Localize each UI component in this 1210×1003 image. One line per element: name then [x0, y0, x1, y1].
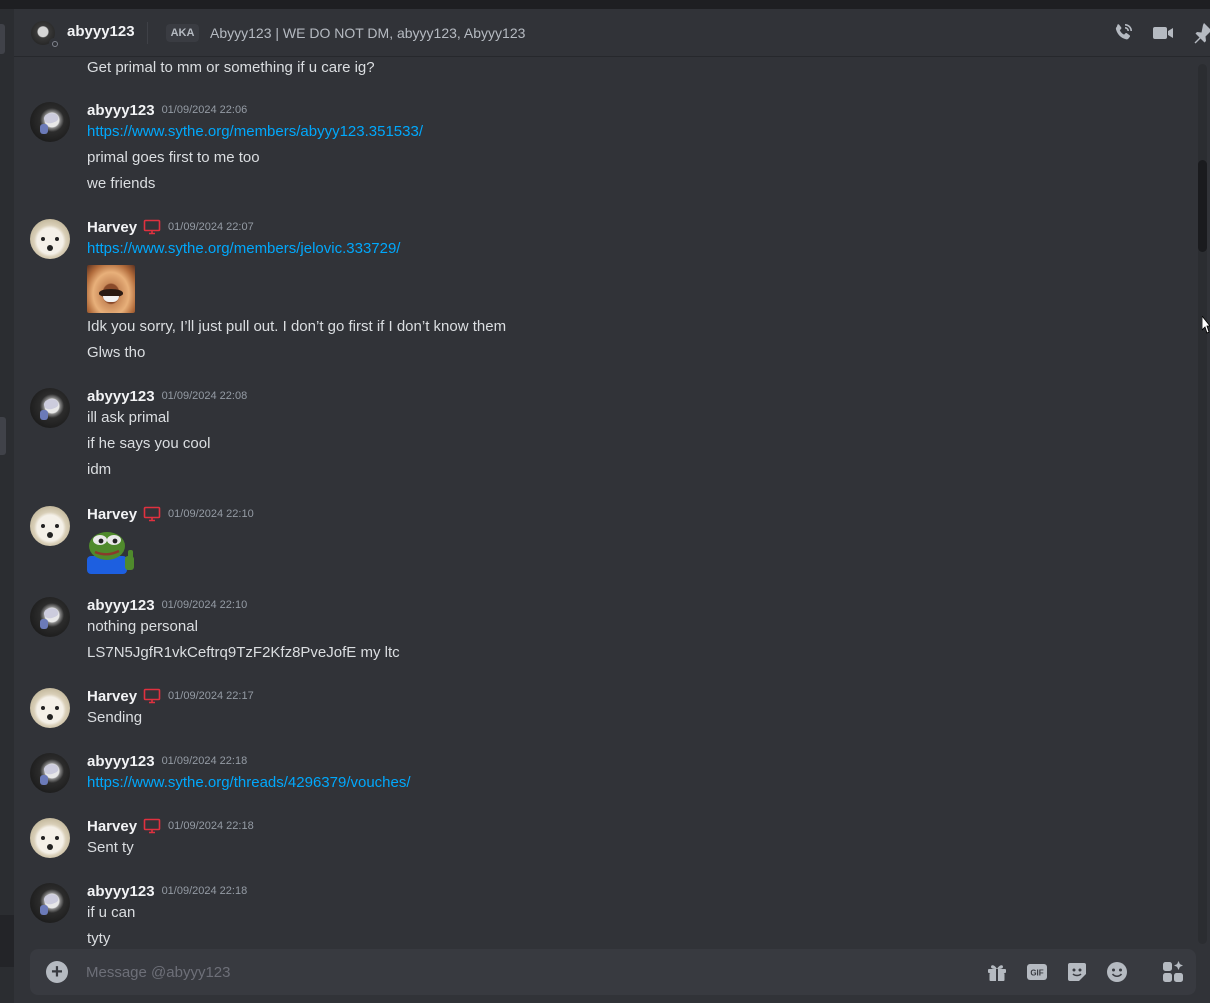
- laughing-face-emoji[interactable]: [87, 265, 135, 313]
- timestamp: 01/09/2024 22:17: [168, 690, 254, 702]
- emoji-icon[interactable]: [1105, 960, 1129, 984]
- username[interactable]: Harvey: [87, 506, 137, 523]
- dm-header: abyyy123 AKA Abyyy123 | WE DO NOT DM, ab…: [14, 9, 1210, 57]
- message-text: if u can: [87, 904, 136, 921]
- message-text: Sent ty: [87, 839, 134, 856]
- title-bar: [0, 0, 1210, 9]
- message-text: Get primal to mm or something if u care …: [87, 59, 375, 76]
- avatar[interactable]: [30, 688, 70, 728]
- pepe-thumbs-up-emoji[interactable]: [87, 526, 135, 574]
- message-text: if he says you cool: [87, 435, 211, 452]
- avatar[interactable]: [30, 388, 70, 428]
- voice-call-icon[interactable]: [1111, 21, 1135, 45]
- gif-icon[interactable]: GIF: [1025, 960, 1049, 984]
- message-link[interactable]: https://www.sythe.org/members/jelovic.33…: [87, 238, 400, 260]
- status-offline-icon: [49, 38, 59, 48]
- svg-text:GIF: GIF: [1030, 969, 1043, 978]
- message-text: Idk you sorry, I’ll just pull out. I don…: [87, 318, 507, 335]
- timestamp: 01/09/2024 22:18: [168, 820, 254, 832]
- desktop-device-icon: [143, 688, 161, 704]
- mouse-cursor-icon: [1202, 316, 1210, 334]
- message-text: tyty: [87, 930, 111, 947]
- timestamp: 01/09/2024 22:10: [168, 508, 254, 520]
- message-text: LS7N5JgfR1vkCeftrq9TzF2Kfz8PveJofE my lt…: [87, 644, 400, 661]
- message-text: Sending: [87, 709, 143, 726]
- username[interactable]: Harvey: [87, 818, 137, 835]
- avatar[interactable]: [30, 753, 70, 793]
- message-link[interactable]: https://www.sythe.org/members/abyyy123.3…: [87, 121, 423, 143]
- user-panel-edge: [0, 915, 14, 967]
- avatar[interactable]: [30, 597, 70, 637]
- timestamp: 01/09/2024 22:08: [161, 390, 248, 402]
- dm-title[interactable]: abyyy123: [67, 23, 135, 40]
- message-text: idm: [87, 461, 112, 478]
- timestamp: 01/09/2024 22:18: [161, 755, 248, 767]
- avatar[interactable]: [30, 506, 70, 546]
- message-text: ill ask primal: [87, 409, 170, 426]
- sidebar-edge: [0, 9, 14, 1003]
- message-text: we friends: [87, 175, 156, 192]
- username[interactable]: Harvey: [87, 688, 137, 705]
- timestamp: 01/09/2024 22:18: [161, 885, 248, 897]
- header-divider: [147, 22, 148, 44]
- aka-aliases: Abyyy123 | WE DO NOT DM, abyyy123, Abyyy…: [210, 25, 526, 41]
- username[interactable]: abyyy123: [87, 597, 155, 614]
- message-text: Glws tho: [87, 344, 146, 361]
- avatar[interactable]: [30, 883, 70, 923]
- sticker-icon[interactable]: [1065, 960, 1089, 984]
- avatar[interactable]: [30, 219, 70, 259]
- username[interactable]: Harvey: [87, 219, 137, 236]
- desktop-device-icon: [143, 818, 161, 834]
- timestamp: 01/09/2024 22:10: [161, 599, 248, 611]
- username[interactable]: abyyy123: [87, 388, 155, 405]
- sidebar-indicator: [0, 417, 6, 455]
- message-composer: + GIF: [30, 949, 1196, 995]
- username[interactable]: abyyy123: [87, 883, 155, 900]
- timestamp: 01/09/2024 22:07: [168, 221, 254, 233]
- avatar[interactable]: [30, 818, 70, 858]
- video-call-icon[interactable]: [1151, 21, 1175, 45]
- message-text: primal goes first to me too: [87, 149, 260, 166]
- timestamp: 01/09/2024 22:06: [161, 104, 248, 116]
- avatar[interactable]: [30, 102, 70, 142]
- gift-icon[interactable]: [985, 960, 1009, 984]
- apps-icon[interactable]: [1161, 960, 1185, 984]
- add-attachment-button[interactable]: +: [46, 961, 68, 983]
- message-list[interactable]: Get primal to mm or something if u care …: [14, 57, 1194, 947]
- username[interactable]: abyyy123: [87, 753, 155, 770]
- aka-badge: AKA: [166, 24, 199, 42]
- message-input[interactable]: [86, 961, 966, 983]
- desktop-device-icon: [143, 506, 161, 522]
- message-text: nothing personal: [87, 618, 198, 635]
- scrollbar-thumb[interactable]: [1198, 160, 1207, 252]
- desktop-device-icon: [143, 219, 161, 235]
- username[interactable]: abyyy123: [87, 102, 155, 119]
- sidebar-indicator: [0, 24, 5, 54]
- message-link[interactable]: https://www.sythe.org/threads/4296379/vo…: [87, 772, 411, 794]
- pinned-messages-icon[interactable]: [1190, 21, 1210, 45]
